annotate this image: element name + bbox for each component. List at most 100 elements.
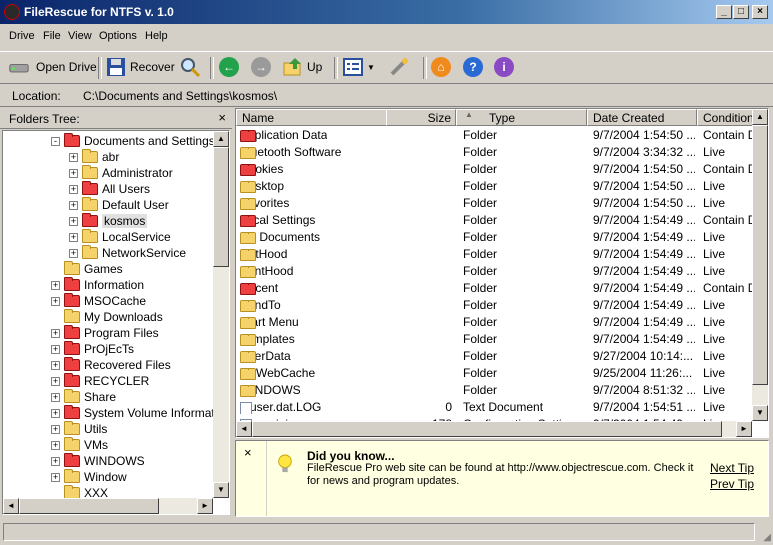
tree-item[interactable]: Games (51, 261, 123, 277)
expand-icon[interactable]: + (51, 280, 60, 290)
expand-icon[interactable]: + (69, 232, 78, 242)
home-button[interactable]: ⌂ (431, 55, 451, 79)
collapse-icon[interactable]: - (51, 136, 60, 146)
expand-icon[interactable]: + (51, 376, 60, 386)
column-header-date[interactable]: Date Created (587, 109, 697, 126)
file-row[interactable]: Templates Folder 9/7/2004 1:54:49 ... Live (236, 330, 756, 347)
file-row[interactable]: Application Data Folder 9/7/2004 1:54:50 .… (236, 126, 756, 143)
tree-item[interactable]: + kosmos (69, 213, 148, 229)
tree-item[interactable]: + All Users (69, 181, 150, 197)
column-header-size[interactable]: Size (386, 109, 456, 126)
expand-icon[interactable]: + (51, 440, 60, 450)
file-row[interactable]: My Documents Folder 9/7/2004 1:54:49 ... Li… (236, 228, 756, 245)
dropdown-arrow-icon[interactable]: ▼ (367, 63, 375, 72)
expand-icon[interactable]: + (69, 216, 78, 226)
scroll-right-button[interactable]: ► (736, 421, 752, 437)
maximize-button[interactable]: □ (733, 5, 749, 19)
back-button[interactable]: ← (219, 55, 239, 79)
search-button[interactable] (180, 55, 204, 79)
tree-item[interactable]: + Administrator (69, 165, 173, 181)
file-row[interactable]: Bluetooth Software Folder 9/7/2004 3:34:32… (236, 143, 756, 160)
expand-icon[interactable]: + (51, 456, 60, 466)
tree-item[interactable]: + Recovered Files (51, 357, 171, 373)
tree-item[interactable]: + LocalService (69, 229, 171, 245)
tree-item[interactable]: + Program Files (51, 325, 159, 341)
scroll-down-button[interactable]: ▼ (752, 405, 768, 421)
scroll-left-button[interactable]: ◄ (236, 421, 252, 437)
minimize-button[interactable]: _ (716, 5, 732, 19)
tree-item[interactable]: + NetworkService (69, 245, 186, 261)
location-path[interactable]: C:\Documents and Settings\kosmos\ (83, 89, 277, 103)
menu-view[interactable]: View (68, 30, 92, 42)
expand-icon[interactable]: + (69, 200, 78, 210)
tree-item[interactable]: + Default User (69, 197, 169, 213)
close-tip-icon[interactable]: × (244, 445, 252, 460)
scroll-up-button[interactable]: ▲ (213, 131, 229, 147)
expand-icon[interactable]: + (51, 424, 60, 434)
file-row[interactable]: WINDOWS Folder 9/7/2004 8:51:32 ... Live (236, 381, 756, 398)
file-row[interactable]: SendTo Folder 9/7/2004 1:54:49 ... Live (236, 296, 756, 313)
tree-item[interactable]: + MSOCache (51, 293, 146, 309)
expand-icon[interactable]: + (69, 184, 78, 194)
expand-icon[interactable]: + (69, 152, 78, 162)
file-row[interactable]: Local Settings Folder 9/7/2004 1:54:49 ...… (236, 211, 756, 228)
expand-icon[interactable]: + (69, 168, 78, 178)
next-tip-link[interactable]: Next Tip (710, 461, 754, 475)
tree-item[interactable]: - Documents and Settings (51, 133, 215, 149)
close-pane-icon[interactable]: × (218, 110, 226, 125)
tree-item[interactable]: + WINDOWS (51, 453, 145, 469)
title-bar[interactable]: FileRescue for NTFS v. 1.0 _ □ × (0, 0, 773, 24)
file-row[interactable]: NetHood Folder 9/7/2004 1:54:49 ... Live (236, 245, 756, 262)
tree-hscroll-thumb[interactable] (19, 498, 159, 514)
tree-item[interactable]: + System Volume Information (51, 405, 229, 421)
tree-vertical-scrollbar[interactable]: ▲ ▼ (213, 131, 229, 498)
expand-icon[interactable]: + (51, 296, 60, 306)
prev-tip-link[interactable]: Prev Tip (710, 477, 754, 491)
file-row[interactable]: Favorites Folder 9/7/2004 1:54:50 ... Live (236, 194, 756, 211)
file-row[interactable]: VSWebCache Folder 9/25/2004 11:26:... Live (236, 364, 756, 381)
scroll-right-button[interactable]: ► (197, 498, 213, 514)
file-row[interactable]: Recent Folder 9/7/2004 1:54:49 ... Contain … (236, 279, 756, 296)
expand-icon[interactable]: + (51, 392, 60, 402)
tree-item[interactable]: + Window (51, 469, 127, 485)
menu-options[interactable]: Options (99, 30, 137, 42)
file-row[interactable]: Start Menu Folder 9/7/2004 1:54:49 ... Live (236, 313, 756, 330)
file-row[interactable]: Cookies Folder 9/7/2004 1:54:50 ... Contain… (236, 160, 756, 177)
expand-icon[interactable]: + (51, 344, 60, 354)
open-drive-button[interactable]: Open Drive (6, 55, 97, 79)
file-row[interactable]: UserData Folder 9/27/2004 10:14:... Live (236, 347, 756, 364)
file-list-vertical-scrollbar[interactable]: ▲ ▼ (752, 109, 768, 421)
settings-button[interactable] (389, 55, 413, 79)
tree-item[interactable]: + VMs (51, 437, 108, 453)
up-button[interactable]: Up (283, 55, 322, 79)
tree-item[interactable]: + PrOjEcTs (51, 341, 134, 357)
resize-grip-icon[interactable]: ◢ (763, 532, 771, 543)
expand-icon[interactable]: + (69, 248, 78, 258)
recover-button[interactable]: Recover (106, 55, 175, 79)
menu-drive[interactable]: Drive (9, 30, 35, 42)
forward-button[interactable]: → (251, 55, 271, 79)
menu-file[interactable]: File (43, 30, 61, 42)
file-row[interactable]: PrintHood Folder 9/7/2004 1:54:49 ... Live (236, 262, 756, 279)
scroll-down-button[interactable]: ▼ (213, 482, 229, 498)
tree-horizontal-scrollbar[interactable]: ◄ ► (3, 498, 213, 514)
column-header-type[interactable]: ▲ Type (456, 109, 587, 126)
tree-scroll-thumb[interactable] (213, 147, 229, 267)
expand-icon[interactable]: + (51, 328, 60, 338)
tree-item[interactable]: My Downloads (51, 309, 163, 325)
help-button[interactable]: ? (463, 55, 483, 79)
scroll-up-button[interactable]: ▲ (752, 109, 768, 125)
tree-item[interactable]: + Share (51, 389, 116, 405)
close-button[interactable]: × (752, 5, 768, 19)
file-row[interactable]: ntuser.dat.LOG 0 Text Document 9/7/2004 1:5… (236, 398, 756, 415)
file-list-horizontal-scrollbar[interactable]: ◄ ► (236, 421, 752, 437)
file-scroll-thumb[interactable] (752, 125, 768, 385)
expand-icon[interactable]: + (51, 360, 60, 370)
view-mode-button[interactable]: ▼ (343, 55, 375, 79)
file-row[interactable]: Desktop Folder 9/7/2004 1:54:50 ... Live (236, 177, 756, 194)
about-button[interactable]: i (494, 55, 514, 79)
file-hscroll-thumb[interactable] (252, 421, 722, 437)
tree-item[interactable]: + Information (51, 277, 144, 293)
tree-item[interactable]: + Utils (51, 421, 107, 437)
folders-tree[interactable]: - Documents and Settings + abr + Administrato… (2, 130, 230, 515)
